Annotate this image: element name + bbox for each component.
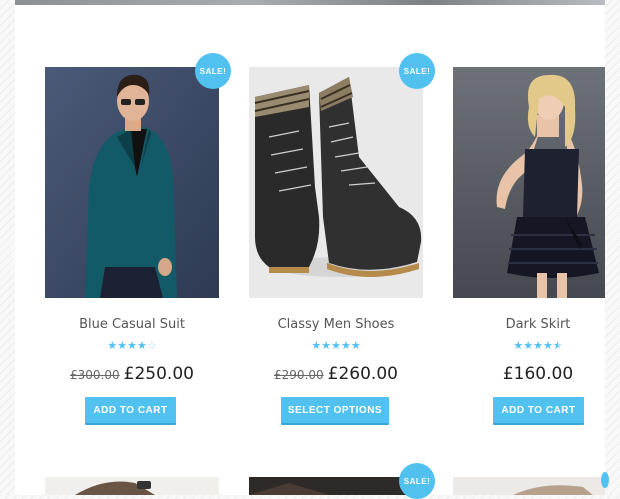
price-value: £160.00 <box>502 364 574 384</box>
product-image[interactable] <box>45 67 219 298</box>
sale-badge: SALE! <box>399 463 435 499</box>
star-half-icon: ★ <box>552 340 563 352</box>
old-price: £290.00 <box>274 368 324 382</box>
product-image[interactable] <box>453 477 605 495</box>
rating-stars: ★★★★★ <box>453 340 620 352</box>
product-image[interactable] <box>249 477 423 495</box>
rating-stars: ★★★★☆ <box>45 340 219 352</box>
top-banner-edge <box>15 0 605 5</box>
rating-stars: ★★★★★ <box>249 340 423 352</box>
product-title[interactable]: Dark Skirt <box>453 317 620 332</box>
star-icon: ★ <box>340 340 351 352</box>
old-price: £300.00 <box>70 368 120 382</box>
price: £300.00 £250.00 <box>45 364 219 384</box>
product-image[interactable] <box>453 67 605 298</box>
star-icon: ★ <box>523 340 534 352</box>
star-icon: ★ <box>513 340 524 352</box>
product-title[interactable]: Classy Men Shoes <box>249 317 423 332</box>
add-to-cart-button[interactable]: ADD TO CART <box>85 397 176 425</box>
price: £160.00 <box>453 364 620 384</box>
star-icon: ★ <box>127 340 137 352</box>
sale-badge: SALE! <box>195 53 231 89</box>
star-icon: ★ <box>331 340 341 352</box>
sale-price: £260.00 <box>327 364 398 384</box>
add-to-cart-button[interactable]: ADD TO CART <box>493 397 584 425</box>
product-title[interactable]: Blue Casual Suit <box>45 317 219 332</box>
star-icon: ★ <box>117 340 128 352</box>
star-icon: ★ <box>542 340 553 352</box>
price: £290.00 £260.00 <box>249 364 423 384</box>
sale-badge: SALE! <box>399 53 435 89</box>
star-icon: ★ <box>321 340 332 352</box>
star-icon: ★ <box>533 340 543 352</box>
select-options-button[interactable]: SELECT OPTIONS <box>281 397 389 425</box>
product-image[interactable] <box>249 67 423 298</box>
star-icon: ★ <box>136 340 147 352</box>
star-outline-icon: ☆ <box>146 340 157 352</box>
product-image[interactable] <box>45 477 219 495</box>
star-icon: ★ <box>311 340 322 352</box>
star-icon: ★ <box>350 340 361 352</box>
sale-price: £250.00 <box>123 364 194 384</box>
star-icon: ★ <box>107 340 118 352</box>
sale-badge-edge <box>601 472 609 488</box>
